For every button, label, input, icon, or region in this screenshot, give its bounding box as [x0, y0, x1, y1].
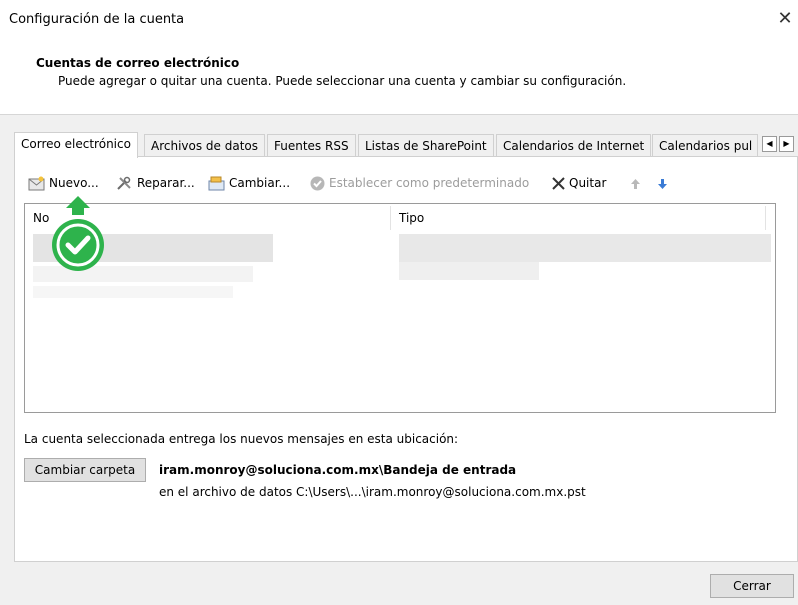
- delivery-label: La cuenta seleccionada entrega los nuevo…: [24, 432, 459, 446]
- tab-scroll-right-icon[interactable]: ▶: [779, 136, 794, 152]
- tab-published-calendars-label: Calendarios pul: [659, 139, 753, 153]
- tab-email[interactable]: Correo electrónico: [14, 132, 138, 158]
- tab-sharepoint-lists[interactable]: Listas de SharePoint: [358, 134, 494, 157]
- check-badge-icon: [50, 195, 106, 290]
- close-icon[interactable]: ✕: [772, 8, 798, 29]
- column-header-name[interactable]: No: [33, 208, 49, 228]
- tab-internet-calendars-label: Calendarios de Internet: [503, 139, 645, 153]
- change-folder-button[interactable]: Cambiar carpeta: [24, 458, 146, 482]
- new-button[interactable]: Nuevo...: [28, 172, 99, 194]
- repair-button-label: Reparar...: [137, 176, 195, 190]
- new-account-icon: [28, 176, 45, 191]
- window-title: Configuración de la cuenta: [9, 12, 185, 27]
- tools-icon: [117, 176, 131, 190]
- tab-sharepoint-lists-label: Listas de SharePoint: [365, 139, 487, 153]
- header-description: Puede agregar o quitar una cuenta. Puede…: [58, 74, 627, 88]
- tab-email-label: Correo electrónico: [21, 137, 131, 151]
- remove-x-icon: [552, 177, 565, 190]
- move-up-button[interactable]: [630, 172, 641, 194]
- repair-button[interactable]: Reparar...: [116, 172, 195, 194]
- title-bar: Configuración de la cuenta ✕: [0, 0, 798, 40]
- set-default-button-label: Establecer como predeterminado: [329, 176, 530, 190]
- delivery-location: iram.monroy@soluciona.com.mx\Bandeja de …: [159, 463, 517, 477]
- arrow-up-icon: [631, 178, 640, 189]
- arrow-down-icon: [658, 178, 667, 189]
- close-button[interactable]: Cerrar: [710, 574, 794, 598]
- move-down-button[interactable]: [657, 172, 668, 194]
- change-account-icon: [208, 176, 225, 191]
- column-header-type[interactable]: Tipo: [399, 208, 424, 228]
- tab-data-files-label: Archivos de datos: [151, 139, 259, 153]
- accounts-list[interactable]: No Tipo: [24, 203, 776, 413]
- tab-data-files[interactable]: Archivos de datos: [144, 134, 266, 157]
- dialog-header: Cuentas de correo electrónico Puede agre…: [0, 40, 798, 115]
- data-file-path: en el archivo de datos C:\Users\...\iram…: [159, 485, 586, 499]
- column-divider: [390, 206, 391, 230]
- column-divider: [765, 206, 766, 230]
- header-title: Cuentas de correo electrónico: [36, 56, 240, 70]
- change-button[interactable]: Cambiar...: [208, 172, 290, 194]
- remove-button[interactable]: Quitar: [552, 172, 606, 194]
- new-button-label: Nuevo...: [49, 176, 99, 190]
- list-item-redacted[interactable]: [399, 234, 771, 262]
- tab-scroll-left-icon[interactable]: ◀: [762, 136, 777, 152]
- tab-rss-feeds[interactable]: Fuentes RSS: [267, 134, 356, 157]
- set-default-button[interactable]: Establecer como predeterminado: [310, 172, 529, 194]
- tab-published-calendars[interactable]: Calendarios pul: [652, 134, 758, 157]
- check-circle-icon: [310, 176, 325, 191]
- tab-internet-calendars[interactable]: Calendarios de Internet: [496, 134, 652, 157]
- list-item-redacted: [399, 262, 539, 280]
- tab-strip: Correo electrónico Archivos de datos Fue…: [14, 132, 798, 158]
- tab-rss-feeds-label: Fuentes RSS: [274, 139, 349, 153]
- remove-button-label: Quitar: [569, 176, 607, 190]
- change-button-label: Cambiar...: [229, 176, 291, 190]
